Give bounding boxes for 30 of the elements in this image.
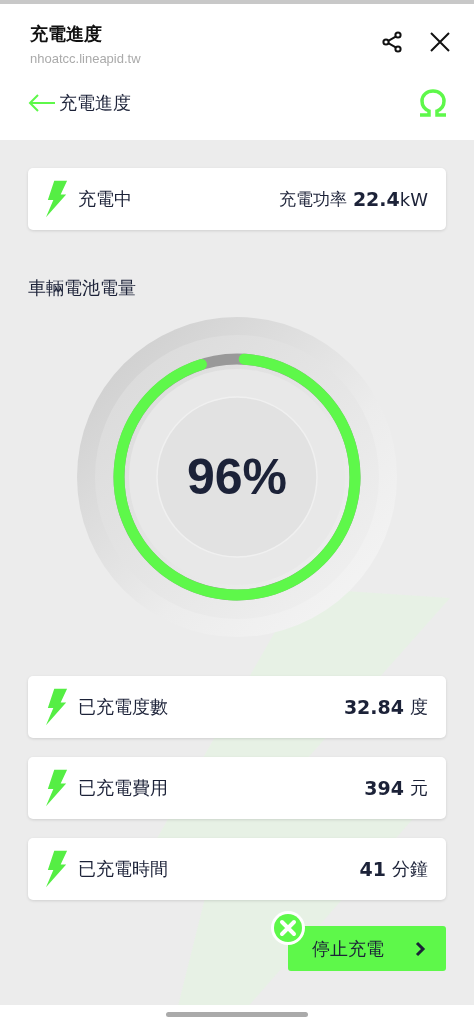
page-url: nhoatcc.lineapid.tw [30,51,142,66]
lightning-icon [46,769,68,807]
stat-unit: 元 [410,776,428,800]
lightning-icon [46,180,68,218]
stat-label: 已充電費用 [78,776,169,800]
stop-charging-button[interactable]: 停止充電 [288,926,446,971]
power-unit: kW [399,188,428,210]
nav-title: 充電進度 [59,91,132,115]
omega-button[interactable] [418,89,448,117]
lightning-icon [46,850,68,888]
stat-unit: 度 [410,695,428,719]
back-button[interactable] [28,93,56,113]
battery-percentage: 96% [186,448,288,506]
stat-value: 32.84 [343,696,404,718]
stat-unit: 分鐘 [392,857,428,881]
share-button[interactable] [380,30,404,54]
stat-value: 394 [364,777,404,799]
lightning-icon [46,688,68,726]
power-label: 充電功率 [278,187,347,211]
status-label: 充電中 [78,187,133,211]
stat-value: 41 [359,858,386,880]
stat-label: 已充電度數 [78,695,169,719]
power-value: 22.4 [352,188,400,210]
chevron-right-icon [414,940,426,957]
close-circle-icon [270,910,306,946]
battery-label: 車輛電池電量 [28,276,137,300]
close-button[interactable] [428,30,452,54]
page-title: 充電進度 [30,22,103,46]
home-indicator[interactable] [166,1012,308,1017]
stat-label: 已充電時間 [78,857,169,881]
